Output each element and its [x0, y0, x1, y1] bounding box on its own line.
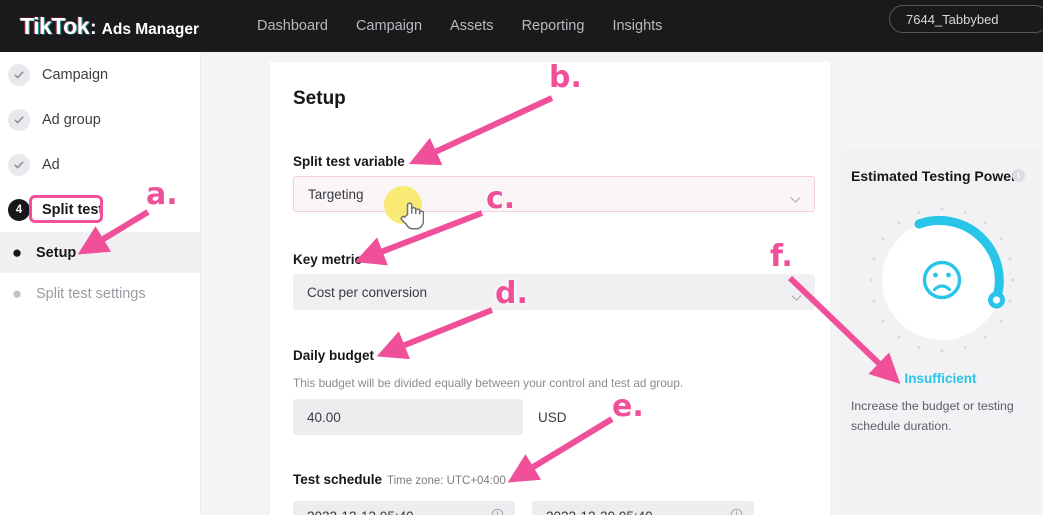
sidebar-item-campaign-label: Campaign — [42, 66, 109, 83]
check-icon — [8, 63, 30, 86]
sidebar-item-ad[interactable]: Ad — [0, 142, 200, 187]
daily-budget-currency: USD — [538, 410, 567, 425]
sidebar-item-ad-group-label: Ad group — [42, 111, 101, 128]
nav-link-campaign[interactable]: Campaign — [342, 18, 436, 34]
app-root: TikTok : Ads Manager Dashboard Campaign … — [0, 0, 1043, 515]
key-metric-label: Key metric — [293, 252, 363, 267]
nav-link-reporting[interactable]: Reporting — [508, 18, 599, 34]
sidebar-item-setup-label: Setup — [36, 244, 77, 261]
sidebar-item-split-test[interactable]: 4 Split test — [0, 187, 200, 232]
nav-link-insights[interactable]: Insights — [598, 18, 676, 34]
brand-name: TikTok — [20, 12, 90, 39]
key-metric-select[interactable]: Cost per conversion — [293, 274, 815, 310]
testing-power-hint: Increase the budget or testing schedule … — [851, 399, 1014, 433]
sidebar-item-split-test-settings-label: Split test settings — [36, 285, 146, 302]
page-title: Setup — [293, 88, 346, 109]
sidebar-item-ad-label: Ad — [42, 156, 60, 173]
test-schedule-start-value: 2022-12-13 05:40 — [307, 509, 414, 515]
test-schedule-end-input[interactable]: 2022-12-20 05:40 — [532, 501, 754, 515]
brand-colon: : — [90, 16, 97, 39]
top-nav-links: Dashboard Campaign Assets Reporting Insi… — [243, 18, 676, 34]
sidebar-item-ad-group[interactable]: Ad group — [0, 97, 200, 142]
setup-form-card: Setup Split test variable Targeting Key … — [270, 62, 830, 515]
sidebar: Campaign Ad group Ad 4 Split test ● Setu… — [0, 52, 201, 515]
test-schedule-end-value: 2022-12-20 05:40 — [546, 509, 653, 515]
sidebar-item-split-test-label: Split test — [42, 201, 104, 218]
clock-icon — [730, 508, 743, 515]
account-name: 7644_Tabbybed — [906, 11, 999, 27]
split-test-variable-label: Split test variable — [293, 154, 405, 169]
check-icon — [8, 153, 30, 176]
test-schedule-label: Test schedule Time zone: UTC+04:00 — [293, 472, 506, 487]
daily-budget-input[interactable]: 40.00 — [293, 399, 523, 435]
sidebar-item-setup[interactable]: ● Setup — [0, 232, 200, 273]
step-number-badge: 4 — [8, 198, 30, 221]
estimated-testing-power-card: Estimated Testing Power i Insufficient I… — [838, 148, 1043, 515]
nav-link-assets[interactable]: Assets — [436, 18, 508, 34]
brand-product-name: Ads Manager — [101, 20, 200, 38]
sidebar-item-campaign[interactable]: Campaign — [0, 52, 200, 97]
split-test-variable-select[interactable]: Targeting — [293, 176, 815, 212]
sidebar-item-split-test-settings[interactable]: ● Split test settings — [0, 273, 200, 314]
testing-power-gauge — [860, 198, 1024, 362]
key-metric-value: Cost per conversion — [307, 284, 428, 300]
top-navigation-bar: TikTok : Ads Manager Dashboard Campaign … — [0, 0, 1043, 52]
check-icon — [8, 108, 30, 131]
testing-power-status: Insufficient — [904, 371, 977, 386]
daily-budget-note: This budget will be divided equally betw… — [293, 376, 684, 390]
daily-budget-label: Daily budget — [293, 348, 375, 363]
daily-budget-value: 40.00 — [307, 409, 341, 425]
split-test-variable-value: Targeting — [308, 186, 364, 202]
test-schedule-timezone: Time zone: UTC+04:00 — [387, 475, 506, 487]
chevron-down-icon — [791, 289, 802, 301]
chevron-down-icon — [790, 191, 801, 203]
test-schedule-label-text: Test schedule — [293, 472, 383, 487]
info-icon[interactable]: i — [1012, 169, 1025, 182]
testing-power-title: Estimated Testing Power — [851, 168, 1017, 184]
clock-icon — [491, 508, 504, 515]
account-selector[interactable]: 7644_Tabbybed — [889, 5, 1043, 33]
brand-logo[interactable]: TikTok : Ads Manager — [20, 13, 199, 40]
nav-link-dashboard[interactable]: Dashboard — [243, 18, 342, 34]
test-schedule-start-input[interactable]: 2022-12-13 05:40 — [293, 501, 515, 515]
